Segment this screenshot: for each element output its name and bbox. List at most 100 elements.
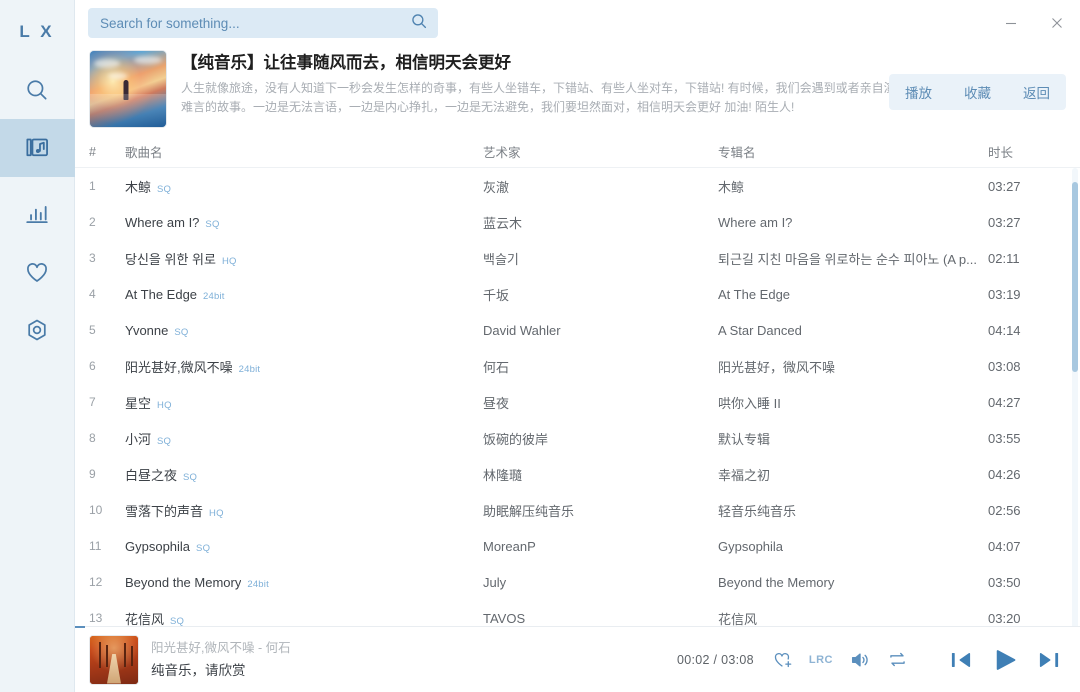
song-name: Where am I? [125,214,200,230]
column-header-album: 专辑名 [718,146,756,160]
next-button[interactable] [1036,647,1062,673]
song-duration: 03:19 [988,286,1021,302]
add-favorite-button[interactable] [772,649,793,670]
song-duration: 03:08 [988,358,1021,374]
quality-badge: SQ [196,542,211,554]
song-artist: 昼夜 [483,395,510,411]
table-row[interactable]: 12 Beyond the Memory 24bit July Beyond the M… [75,564,1080,600]
song-duration: 03:27 [988,214,1021,230]
quality-badge: 24bit [203,290,225,302]
song-name: 白昼之夜 [125,467,178,483]
progress-bar[interactable] [75,626,1080,628]
table-row[interactable]: 2 Where am I? SQ 蓝云木 Where am I? 03:27 [75,204,1080,240]
column-header-artist: 艺术家 [483,146,521,160]
repeat-button[interactable] [887,649,908,670]
sidebar-item-songlist[interactable] [0,119,75,177]
now-playing-cover[interactable] [89,634,139,685]
sidebar-item-ranking[interactable] [0,185,75,243]
quality-badge: SQ [170,615,185,627]
quality-badge: SQ [157,183,172,195]
song-artist: 饭碗的彼岸 [483,431,549,447]
sidebar-item-search[interactable] [0,61,75,119]
favorite-button[interactable]: 收藏 [948,74,1007,110]
search-icon[interactable] [410,12,428,35]
quality-badge: HQ [157,399,172,411]
song-album: 幸福之初 [718,467,771,483]
table-row[interactable]: 4 At The Edge 24bit 千坂 At The Edge 03:19 [75,276,1080,312]
song-index: 10 [89,503,103,517]
window-controls [988,0,1080,46]
song-name: 花信风 [125,611,165,627]
song-album: 花信风 [718,611,758,627]
previous-button[interactable] [948,647,974,673]
lyrics-button[interactable]: LRC [809,654,833,666]
song-name-cell: 白昼之夜 SQ [125,465,483,484]
hexagon-gear-icon [24,317,50,343]
song-album: Gypsophila [718,538,784,554]
song-name-cell: 雪落下的声音 HQ [125,501,483,520]
song-name-cell: 星空 HQ [125,393,483,412]
song-duration: 03:27 [988,178,1021,194]
song-artist: 灰澈 [483,179,510,195]
progress-fill [75,626,86,628]
song-duration: 02:56 [988,502,1021,518]
quality-badge: SQ [157,435,172,447]
song-duration: 03:20 [988,610,1021,626]
song-index: 7 [89,395,96,409]
scrollbar-track[interactable] [1072,168,1078,692]
song-artist: July [483,574,507,590]
table-header: # 歌曲名 艺术家 专辑名 时长 [75,136,1080,168]
song-index: 9 [89,467,96,481]
column-header-name: 歌曲名 [125,146,163,160]
play-button[interactable]: 播放 [889,74,948,110]
playlist-header: 【纯音乐】让往事随风而去，相信明天会更好 人生就像旅途，没有人知道下一秒会发生怎… [75,46,1080,136]
song-index: 13 [89,611,103,625]
titlebar: Search for something... [75,0,1080,46]
song-name: Gypsophila [125,538,191,554]
table-row[interactable]: 11 Gypsophila SQ MoreanP Gypsophila 04:07 [75,528,1080,564]
app-window: L X Search for something... 【纯音乐】让往事随风而去… [0,0,1080,692]
song-album: 默认专辑 [718,431,771,447]
table-row[interactable]: 6 阳光甚好,微风不噪 24bit 何石 阳光甚好，微风不噪 03:08 [75,348,1080,384]
song-album: 퇴근길 지친 마음을 위로하는 순수 피아노 (A p... [718,251,977,267]
song-duration: 04:27 [988,394,1021,410]
table-row[interactable]: 5 Yvonne SQ David Wahler A Star Danced 04:14 [75,312,1080,348]
table-row[interactable]: 8 小河 SQ 饭碗的彼岸 默认专辑 03:55 [75,420,1080,456]
playlist-actions: 播放 收藏 返回 [889,74,1066,110]
song-table: 1 木鲸 SQ 灰澈 木鲸 03:27 2 Where am I? SQ 蓝云木 Where am … [75,168,1080,692]
now-playing-lyric: 纯音乐，请欣赏 [151,662,246,678]
song-name: Yvonne [125,322,169,338]
scrollbar-thumb[interactable] [1072,182,1078,372]
sidebar-item-favorites[interactable] [0,243,75,301]
minimize-button[interactable] [988,0,1034,46]
search-input[interactable]: Search for something... [88,8,438,38]
song-duration: 04:26 [988,466,1021,482]
song-name: 阳光甚好,微风不噪 [125,359,233,375]
song-album: Where am I? [718,214,793,230]
close-button[interactable] [1034,0,1080,46]
song-name-cell: Where am I? SQ [125,215,483,230]
song-artist: 千坂 [483,287,510,303]
song-artist: TAVOS [483,610,526,626]
sidebar-item-settings[interactable] [0,301,75,359]
song-duration: 04:07 [988,538,1021,554]
table-row[interactable]: 10 雪落下的声音 HQ 助眠解压纯音乐 轻音乐纯音乐 02:56 [75,492,1080,528]
volume-button[interactable] [849,649,871,671]
player-bar: 阳光甚好,微风不噪 - 何石 纯音乐，请欣赏 00:02 / 03:08 LRC [75,626,1080,692]
table-row[interactable]: 3 당신을 위한 위로 HQ 백슬기 퇴근길 지친 마음을 위로하는 순수 피아노 (A… [75,240,1080,276]
quality-badge: 24bit [238,363,261,375]
play-button[interactable] [990,645,1020,675]
table-row[interactable]: 1 木鲸 SQ 灰澈 木鲸 03:27 [75,168,1080,204]
song-index: 6 [89,359,96,373]
quality-badge: HQ [209,507,224,519]
song-index: 1 [89,179,96,193]
song-name: 당신을 위한 위로 [125,251,216,267]
lrc-label: LRC [808,653,833,666]
back-button[interactable]: 返回 [1007,74,1066,110]
song-duration: 04:14 [988,322,1021,338]
song-index: 3 [89,251,96,265]
table-row[interactable]: 7 星空 HQ 昼夜 哄你入睡 II 04:27 [75,384,1080,420]
song-album: 木鲸 [718,179,745,195]
song-album: Beyond the Memory [718,574,835,590]
table-row[interactable]: 9 白昼之夜 SQ 林隆瓍 幸福之初 04:26 [75,456,1080,492]
